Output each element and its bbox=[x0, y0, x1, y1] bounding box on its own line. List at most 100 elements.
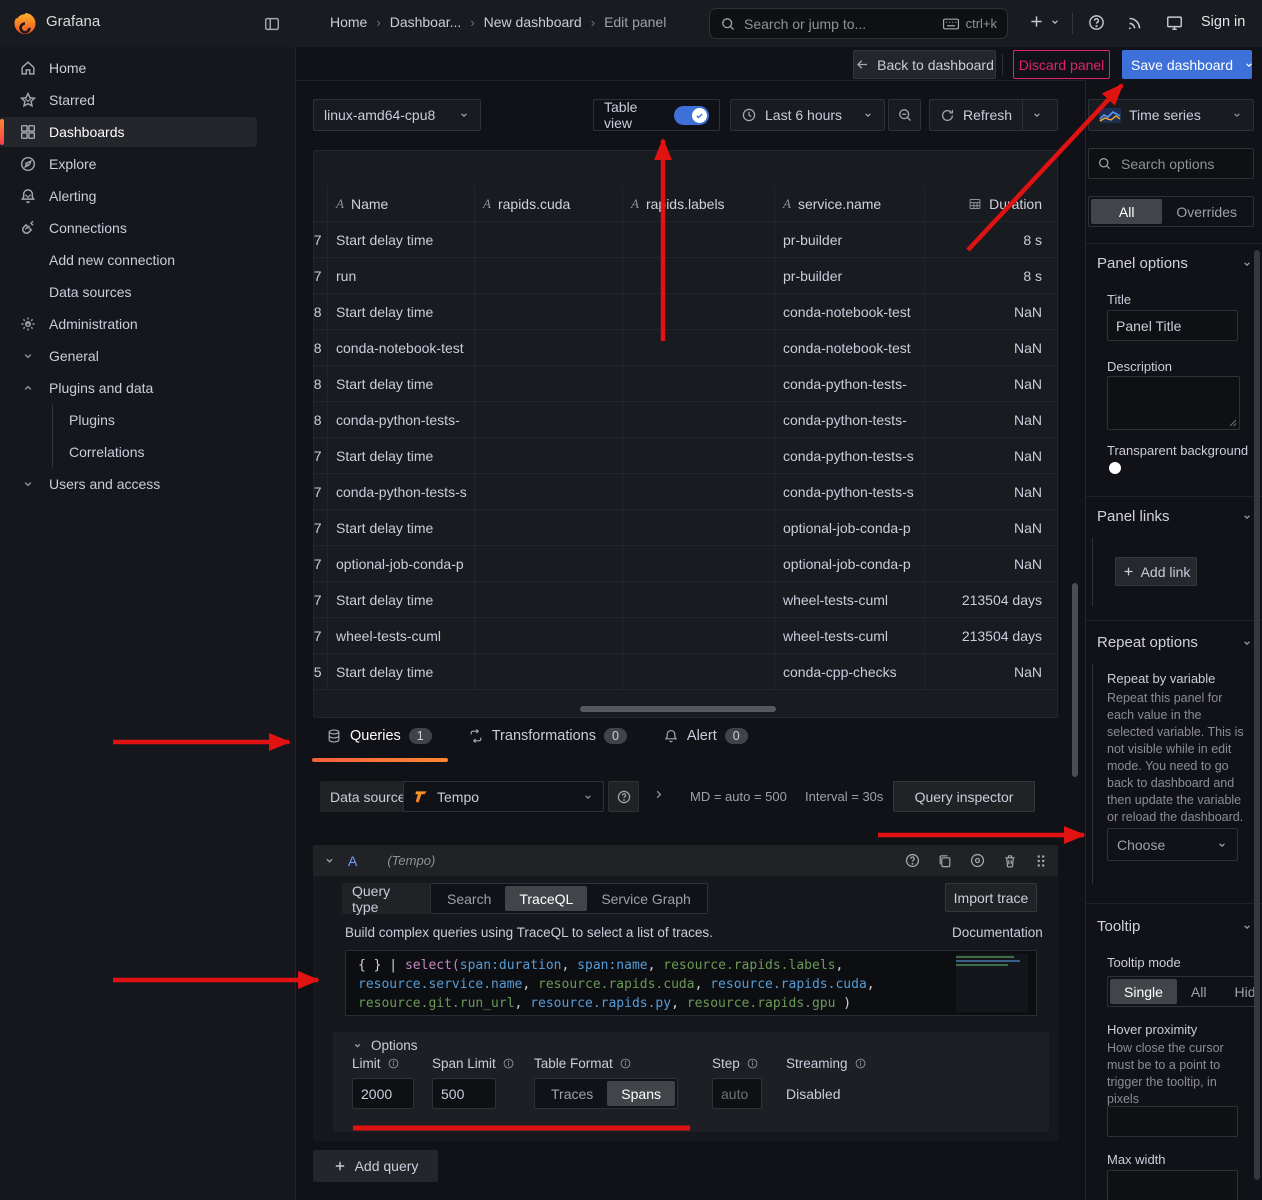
table-row[interactable]: 27Start delay timeoptional-job-conda-pNa… bbox=[314, 510, 1057, 546]
query-inspector-button[interactable]: Query inspector bbox=[893, 781, 1035, 812]
panel-title-input[interactable] bbox=[1107, 310, 1238, 341]
query-type-service-graph[interactable]: Service Graph bbox=[587, 886, 704, 911]
table-row[interactable]: 17runpr-builder8 s bbox=[314, 258, 1057, 294]
search-options-input[interactable] bbox=[1088, 148, 1254, 179]
sign-in-link[interactable]: Sign in bbox=[1201, 14, 1245, 30]
options-pane-scrollbar[interactable] bbox=[1254, 250, 1260, 1180]
duplicate-query-icon[interactable] bbox=[937, 853, 953, 869]
data-source-picker[interactable]: Tempo bbox=[403, 781, 604, 812]
import-trace-button[interactable]: Import trace bbox=[945, 883, 1037, 912]
documentation-link[interactable]: Documentation bbox=[952, 925, 1043, 940]
horizontal-scrollbar[interactable] bbox=[580, 706, 776, 712]
refresh-button[interactable]: Refresh bbox=[929, 99, 1058, 131]
query-type-search[interactable]: Search bbox=[433, 886, 505, 911]
time-range-picker[interactable]: Last 6 hours bbox=[730, 99, 885, 131]
scope-tab-overrides[interactable]: Overrides bbox=[1162, 199, 1251, 224]
visualization-picker[interactable]: Time series bbox=[1088, 99, 1254, 131]
chevron-down-icon[interactable] bbox=[19, 349, 37, 363]
zoom-out-button[interactable] bbox=[888, 99, 921, 131]
query-row-header[interactable]: A (Tempo) bbox=[313, 845, 1058, 876]
resize-handle-icon[interactable] bbox=[1229, 419, 1237, 427]
dock-menu-icon[interactable] bbox=[263, 15, 281, 33]
breadcrumb-item[interactable]: Dashboar... bbox=[390, 14, 462, 30]
panel-links-section-header[interactable]: Panel links bbox=[1097, 508, 1239, 525]
help-icon[interactable] bbox=[904, 852, 921, 869]
sidebar-item-data-sources[interactable]: Data sources bbox=[0, 277, 295, 307]
sidebar-item-plugins[interactable]: Plugins bbox=[0, 405, 295, 435]
max-width-input[interactable] bbox=[1107, 1170, 1238, 1200]
sidebar-item-add-new-connection[interactable]: Add new connection bbox=[0, 245, 295, 275]
chevron-up-icon[interactable] bbox=[19, 317, 37, 331]
column-header[interactable]: Aservice.name bbox=[775, 186, 925, 222]
table-row[interactable]: 25Start delay timeconda-cpp-checksNaN bbox=[314, 654, 1057, 690]
tooltip-mode-all[interactable]: All bbox=[1177, 979, 1221, 1004]
sidebar-item-home[interactable]: Home bbox=[0, 53, 295, 83]
span-limit-input[interactable] bbox=[432, 1078, 496, 1109]
tooltip-mode-hidden[interactable]: Hid bbox=[1220, 979, 1255, 1004]
table-view-toggle[interactable] bbox=[674, 106, 709, 125]
panel-options-section-header[interactable]: Panel options bbox=[1097, 255, 1239, 272]
table-row[interactable]: 27Start delay timeconda-python-tests-sNa… bbox=[314, 438, 1057, 474]
sidebar-item-general[interactable]: General bbox=[0, 341, 295, 371]
back-to-dashboard-button[interactable]: Back to dashboard bbox=[853, 50, 996, 79]
tab-transformations[interactable]: Transformations0 bbox=[468, 728, 627, 744]
save-dashboard-button[interactable]: Save dashboard bbox=[1122, 50, 1252, 79]
add-link-button[interactable]: Add link bbox=[1115, 557, 1197, 586]
panel-description-textarea[interactable] bbox=[1107, 376, 1240, 430]
sidebar-item-plugins-and-data[interactable]: Plugins and data bbox=[0, 373, 295, 403]
repeat-variable-dropdown[interactable]: Choose bbox=[1107, 828, 1238, 861]
table-row[interactable]: 28conda-python-tests-conda-python-tests-… bbox=[314, 402, 1057, 438]
column-header[interactable] bbox=[314, 186, 328, 222]
breadcrumb-item[interactable]: Edit panel bbox=[604, 14, 666, 30]
add-query-button[interactable]: Add query bbox=[313, 1150, 438, 1182]
chevron-right-icon[interactable] bbox=[652, 788, 665, 801]
grafana-logo-icon[interactable] bbox=[12, 10, 38, 36]
table-row[interactable]: 28Start delay timeconda-python-tests-NaN bbox=[314, 366, 1057, 402]
scope-tab-all[interactable]: All bbox=[1091, 199, 1162, 224]
tab-alert[interactable]: Alert0 bbox=[663, 728, 748, 744]
sidebar-item-explore[interactable]: Explore bbox=[0, 149, 295, 179]
table-row[interactable]: 27Start delay timewheel-tests-cuml213504… bbox=[314, 582, 1057, 618]
search-input[interactable]: Search or jump to... ctrl+k bbox=[709, 8, 1008, 39]
monitor-icon[interactable] bbox=[1165, 14, 1184, 32]
column-header[interactable]: AName bbox=[328, 186, 475, 222]
table-row[interactable]: 28conda-notebook-testconda-notebook-test… bbox=[314, 330, 1057, 366]
breadcrumb-item[interactable]: New dashboard bbox=[484, 14, 582, 30]
repeat-options-section-header[interactable]: Repeat options bbox=[1097, 634, 1239, 651]
table-row[interactable]: 28Start delay timeconda-notebook-testNaN bbox=[314, 294, 1057, 330]
delete-query-icon[interactable] bbox=[1002, 853, 1018, 869]
chevron-up-icon[interactable] bbox=[19, 381, 37, 395]
drag-handle-icon[interactable] bbox=[1034, 853, 1048, 869]
chevron-down-icon[interactable] bbox=[1023, 109, 1051, 121]
chevron-down-icon[interactable] bbox=[1243, 59, 1255, 71]
news-rss-icon[interactable] bbox=[1126, 14, 1144, 32]
breadcrumb-item[interactable]: Home bbox=[330, 14, 367, 30]
chevron-down-icon[interactable] bbox=[323, 854, 336, 867]
hover-proximity-input[interactable] bbox=[1107, 1106, 1238, 1137]
tab-queries[interactable]: Queries1 bbox=[326, 728, 432, 744]
sidebar-item-correlations[interactable]: Correlations bbox=[0, 437, 295, 467]
query-options-header[interactable]: Options bbox=[352, 1038, 418, 1053]
add-new-button[interactable] bbox=[1028, 13, 1061, 30]
template-variable-dropdown[interactable]: linux-amd64-cpu8 bbox=[313, 99, 481, 131]
tooltip-section-header[interactable]: Tooltip bbox=[1097, 918, 1239, 935]
sidebar-item-connections[interactable]: Connections bbox=[0, 213, 295, 243]
column-header[interactable]: Arapids.labels bbox=[623, 186, 775, 222]
step-input[interactable] bbox=[712, 1078, 762, 1109]
table-format-spans[interactable]: Spans bbox=[607, 1081, 675, 1106]
sidebar-item-starred[interactable]: Starred bbox=[0, 85, 295, 115]
help-icon[interactable] bbox=[1087, 13, 1106, 32]
query-type-traceql[interactable]: TraceQL bbox=[505, 886, 587, 911]
table-row[interactable]: 27conda-python-tests-sconda-python-tests… bbox=[314, 474, 1057, 510]
sidebar-item-administration[interactable]: Administration bbox=[0, 309, 295, 339]
traceql-code-editor[interactable]: { } | select(span:duration, span:name, r… bbox=[345, 950, 1037, 1016]
chevron-up-icon[interactable] bbox=[19, 125, 37, 139]
sidebar-item-dashboards[interactable]: Dashboards bbox=[0, 117, 295, 147]
sidebar-item-alerting[interactable]: Alerting bbox=[0, 181, 295, 211]
table-row[interactable]: 27wheel-tests-cumlwheel-tests-cuml213504… bbox=[314, 618, 1057, 654]
main-vertical-scrollbar[interactable] bbox=[1072, 583, 1078, 777]
discard-panel-button[interactable]: Discard panel bbox=[1013, 50, 1110, 79]
table-format-traces[interactable]: Traces bbox=[537, 1081, 607, 1106]
column-header[interactable]: Duration bbox=[925, 186, 1056, 222]
search-options-field[interactable] bbox=[1119, 155, 1233, 173]
